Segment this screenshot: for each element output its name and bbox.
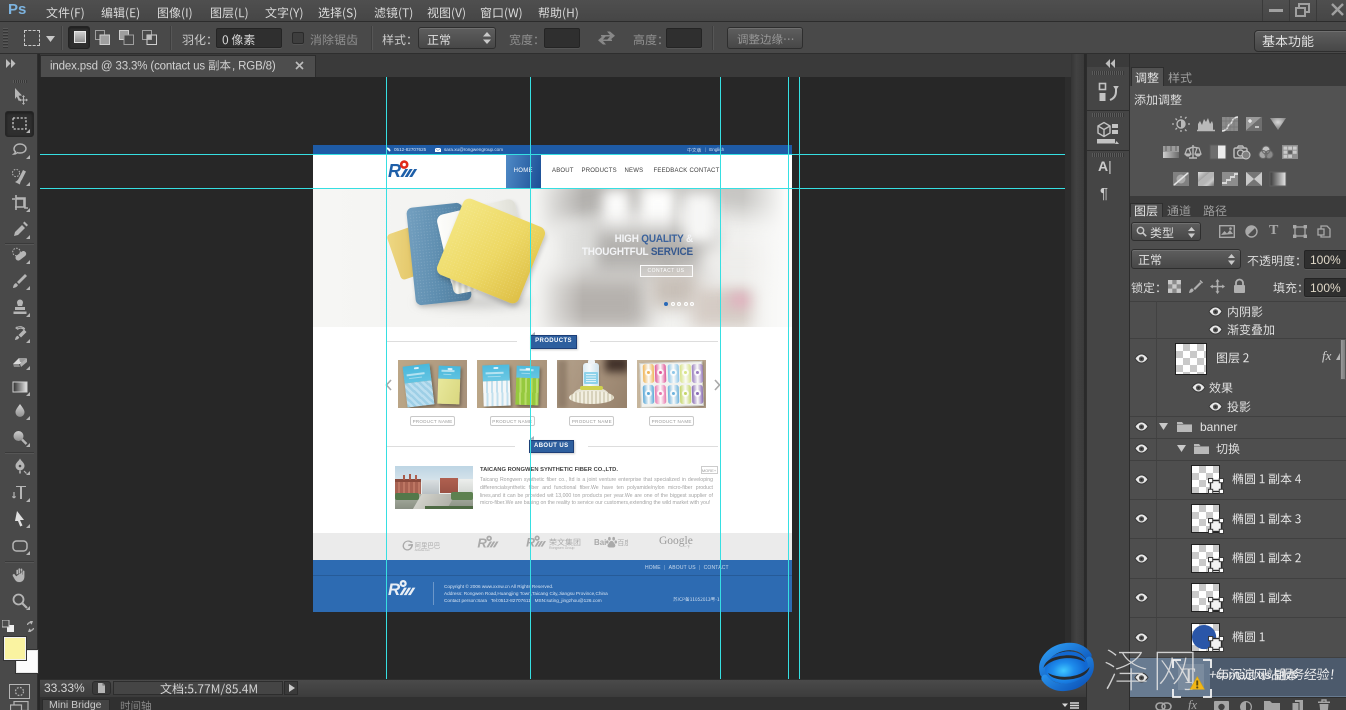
svg-text:R: R xyxy=(388,580,401,599)
svg-text:Alibaba.com: Alibaba.com xyxy=(415,548,431,552)
svg-text:R: R xyxy=(526,536,535,550)
svg-text:R: R xyxy=(477,535,487,550)
svg-text:Bai: Bai xyxy=(594,538,606,547)
svg-text:R: R xyxy=(388,161,401,181)
svg-text:百度: 百度 xyxy=(617,538,628,547)
